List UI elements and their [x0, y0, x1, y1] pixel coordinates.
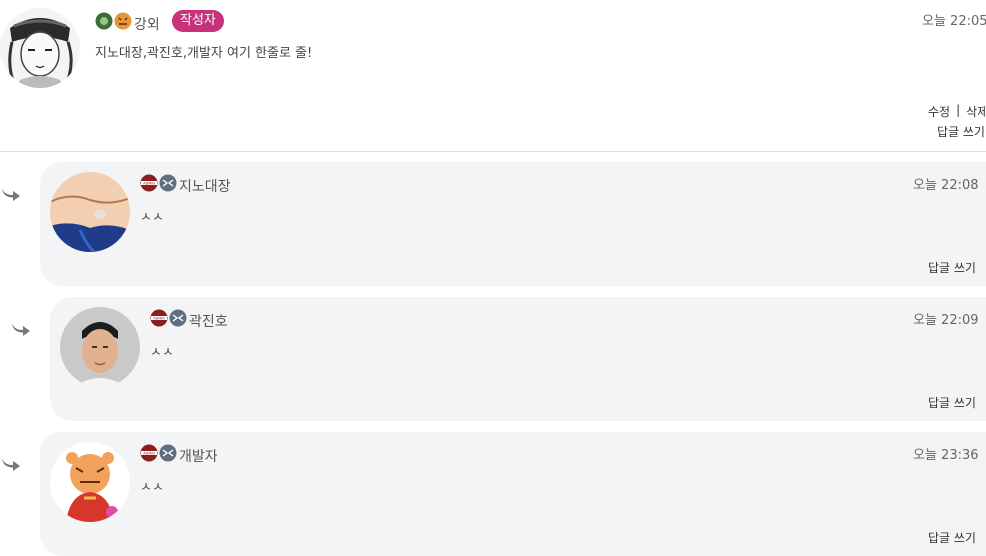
admin-badge-icon: ADMIN: [150, 309, 168, 327]
reply-card: ADMIN 지노대장 오늘 22:08 ㅅㅅ 답글 쓰기: [40, 162, 986, 286]
admin-badge-icon: ADMIN: [140, 174, 158, 192]
reply-card: ADMIN 곽진호 오늘 22:09 ㅅㅅ 답글 쓰기: [50, 297, 986, 421]
reply-arrow-icon: [2, 188, 20, 201]
reply-link[interactable]: 답글 쓰기: [937, 123, 985, 140]
writer-badge: 작성자: [172, 10, 224, 32]
delete-link[interactable]: 삭제: [966, 103, 986, 120]
author-avatar[interactable]: [0, 8, 80, 88]
reply-card: ADMIN 개발자 오늘 23:36 ㅅㅅ 답글 쓰기: [40, 432, 986, 556]
reply-link[interactable]: 답글 쓰기: [928, 529, 976, 546]
author-name[interactable]: 강외: [134, 14, 160, 34]
tiger-icon: [169, 309, 187, 327]
comment-text: 지노대장,곽진호,개발자 여기 한줄로 줄!: [95, 46, 313, 61]
author-badges: [95, 12, 132, 30]
tiger-icon: [159, 444, 177, 462]
reply-arrow-icon: [12, 323, 30, 336]
reply-link[interactable]: 답글 쓰기: [928, 394, 976, 411]
comment-actions: 수정 | 삭제: [928, 103, 986, 120]
reply-text: ㅅㅅ: [140, 480, 164, 495]
tiger-icon: [114, 12, 132, 30]
tiger-icon: [159, 174, 177, 192]
reply-link[interactable]: 답글 쓰기: [928, 259, 976, 276]
reply-badges: ADMIN: [140, 174, 177, 192]
reply-time: 오늘 22:09: [913, 313, 979, 328]
admin-badge-text: ADMIN: [143, 451, 155, 455]
reply-text: ㅅㅅ: [150, 345, 174, 360]
reply-arrow-icon: [2, 458, 20, 471]
comment-time: 오늘 22:05: [922, 14, 986, 29]
reply-avatar[interactable]: [60, 307, 140, 387]
reply-author[interactable]: 곽진호: [189, 311, 228, 331]
reply-avatar[interactable]: [50, 442, 130, 522]
admin-badge-text: ADMIN: [143, 181, 155, 185]
reply-author[interactable]: 지노대장: [179, 176, 231, 196]
reply-time: 오늘 22:08: [913, 178, 979, 193]
reply-avatar[interactable]: [50, 172, 130, 252]
edit-link[interactable]: 수정: [928, 103, 950, 120]
admin-badge-text: ADMIN: [153, 316, 165, 320]
action-separator: |: [956, 103, 961, 117]
admin-badge-icon: ADMIN: [140, 444, 158, 462]
divider: [0, 151, 986, 152]
reply-badges: ADMIN: [150, 309, 187, 327]
reply-text: ㅅㅅ: [140, 210, 164, 225]
reply-time: 오늘 23:36: [913, 448, 979, 463]
reply-author[interactable]: 개발자: [179, 446, 218, 466]
reply-badges: ADMIN: [140, 444, 177, 462]
level-icon: [95, 12, 113, 30]
